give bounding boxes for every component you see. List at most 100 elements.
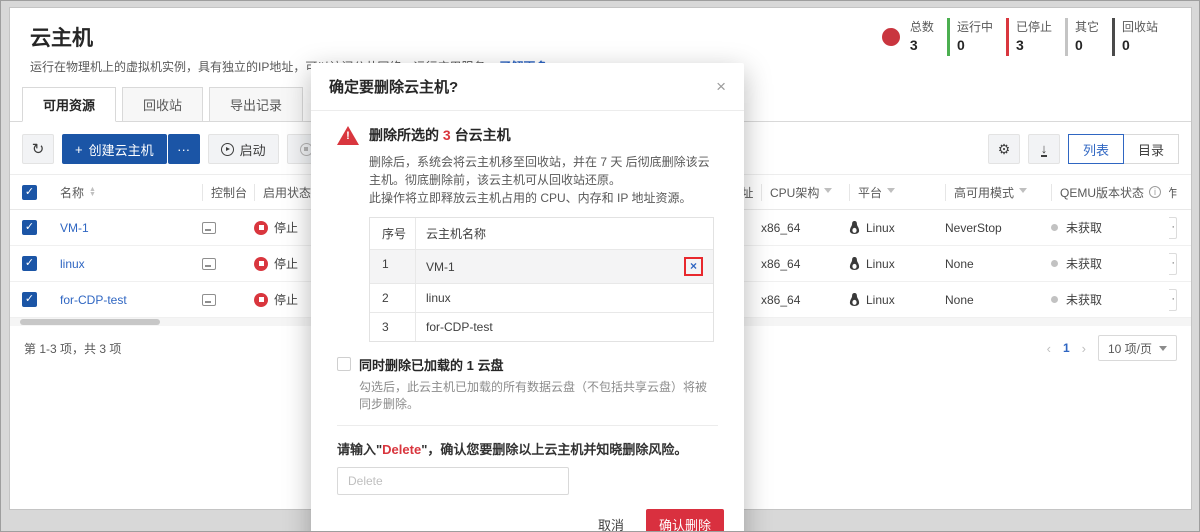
- row-index: 1: [370, 250, 416, 283]
- next-page-button[interactable]: ›: [1082, 341, 1086, 356]
- refresh-button[interactable]: ↻: [22, 134, 54, 164]
- tab-export-records[interactable]: 导出记录: [209, 87, 303, 122]
- view-catalog-button[interactable]: 目录: [1123, 134, 1179, 164]
- vm-name-link[interactable]: linux: [60, 257, 85, 271]
- stat-label: 回收站: [1122, 20, 1158, 36]
- delete-volumes-checkbox[interactable]: [337, 357, 351, 371]
- filter-icon[interactable]: [887, 188, 895, 197]
- page-number[interactable]: 1: [1063, 341, 1070, 355]
- filter-icon[interactable]: [824, 188, 832, 197]
- stat-label: 其它: [1075, 20, 1099, 36]
- confirm-input[interactable]: [337, 467, 569, 495]
- qemu-status-value: 未获取: [1066, 219, 1102, 236]
- selected-vm-table: 序号 云主机名称 1 VM-1 × 2 linux 3 for-CDP-test: [369, 217, 714, 342]
- scrollbar-thumb[interactable]: [20, 319, 160, 325]
- close-icon[interactable]: ×: [716, 78, 726, 95]
- stopped-status-icon: [254, 257, 268, 271]
- warning-icon: [337, 126, 359, 145]
- linux-icon: [849, 221, 860, 234]
- stat-value: 0: [957, 36, 993, 54]
- page-size-select[interactable]: 10 项/页: [1098, 335, 1177, 361]
- plus-icon: +: [75, 142, 83, 157]
- ha-mode-value: NeverStop: [945, 221, 1051, 235]
- qemu-status-value: 未获取: [1066, 255, 1102, 272]
- tab-available-resources[interactable]: 可用资源: [22, 87, 116, 122]
- stat-value: 3: [1016, 36, 1052, 54]
- divider: [337, 425, 718, 426]
- more-icon: ···: [177, 142, 190, 157]
- create-vm-label: 创建云主机: [89, 140, 154, 159]
- export-button[interactable]: ↓: [1028, 134, 1060, 164]
- unknown-status-icon: [1051, 224, 1058, 231]
- screenshot-frame: 云主机 运行在物理机上的虚拟机实例，具有独立的IP地址，可以访问公共网络，运行应…: [0, 0, 1200, 532]
- view-switcher: 列表 目录: [1068, 134, 1179, 164]
- modal-body: 删除所选的 3 台云主机 删除后，系统会将云主机移至回收站，并在 7 天 后彻底…: [311, 111, 744, 495]
- create-more-button[interactable]: ···: [168, 134, 200, 164]
- remove-vm-icon[interactable]: ×: [690, 259, 697, 273]
- platform-value: Linux: [866, 257, 895, 271]
- console-icon[interactable]: [202, 294, 216, 306]
- start-vm-button[interactable]: 启动: [208, 134, 279, 164]
- create-vm-button[interactable]: + 创建云主机: [62, 134, 167, 164]
- select-all-checkbox[interactable]: [22, 185, 37, 200]
- selected-vm-table-header: 序号 云主机名称: [370, 218, 713, 250]
- row-index: 3: [370, 313, 416, 341]
- stat-other: 其它 0: [1065, 18, 1112, 56]
- linux-icon: [849, 293, 860, 306]
- stat-stopped: 已停止 3: [1006, 18, 1065, 56]
- stat-running: 运行中 0: [947, 18, 1006, 56]
- prev-page-button[interactable]: ‹: [1047, 341, 1051, 356]
- confirm-keyword: Delete: [382, 442, 421, 457]
- platform-value: Linux: [866, 293, 895, 307]
- vm-name-link[interactable]: VM-1: [60, 221, 89, 235]
- selected-vm-row: 2 linux: [370, 284, 713, 313]
- stat-label: 已停止: [1016, 20, 1052, 36]
- col-qemu-status: QEMU版本状态: [1060, 184, 1144, 201]
- sort-icon[interactable]: ▲▼: [89, 187, 96, 197]
- unknown-status-icon: [1051, 296, 1058, 303]
- vm-name-link[interactable]: for-CDP-test: [60, 293, 127, 307]
- stat-recycle: 回收站 0: [1112, 18, 1171, 56]
- total-donut-icon: [882, 28, 900, 46]
- status-text: 停止: [274, 219, 298, 236]
- vm-name: for-CDP-test: [426, 320, 493, 334]
- tab-recycle-bin[interactable]: 回收站: [122, 87, 203, 122]
- row-checkbox[interactable]: [22, 256, 37, 271]
- start-label: 启动: [240, 140, 266, 159]
- info-icon[interactable]: [1149, 186, 1161, 198]
- filter-icon[interactable]: [1019, 188, 1027, 197]
- col-console: 控制台: [202, 184, 254, 201]
- col-actions: 操作: [1169, 184, 1191, 201]
- vm-name: linux: [426, 291, 451, 305]
- row-actions-button[interactable]: ···: [1169, 217, 1177, 239]
- status-text: 停止: [274, 255, 298, 272]
- console-icon[interactable]: [202, 258, 216, 270]
- row-checkbox[interactable]: [22, 220, 37, 235]
- cancel-button[interactable]: 取消: [598, 515, 624, 532]
- modal-title: 确定要删除云主机?: [329, 76, 458, 97]
- row-actions-button[interactable]: ···: [1169, 289, 1177, 311]
- cpu-arch-value: x86_64: [761, 221, 849, 235]
- console-icon[interactable]: [202, 222, 216, 234]
- stopped-status-icon: [254, 221, 268, 235]
- col-ha-mode: 高可用模式: [954, 184, 1014, 201]
- delete-confirm-modal: 确定要删除云主机? × 删除所选的 3 台云主机 删除后，系统会将云主机移至回收…: [311, 63, 744, 532]
- col-index: 序号: [370, 218, 416, 249]
- items-summary: 第 1-3 项，共 3 项: [24, 340, 121, 357]
- vm-name: VM-1: [426, 260, 455, 274]
- modal-description-2: 此操作将立即释放云主机占用的 CPU、内存和 IP 地址资源。: [369, 189, 718, 207]
- col-name[interactable]: 名称: [60, 184, 84, 201]
- row-checkbox[interactable]: [22, 292, 37, 307]
- cpu-arch-value: x86_64: [761, 293, 849, 307]
- vm-stats-bar: 总数 3 运行中 0 已停止 3 其它 0 回收站 0: [882, 18, 1171, 56]
- unknown-status-icon: [1051, 260, 1058, 267]
- linux-icon: [849, 257, 860, 270]
- modal-footer: 取消 确认删除: [311, 495, 744, 532]
- modal-description-1: 删除后，系统会将云主机移至回收站，并在 7 天 后彻底删除该云主机。彻底删除前，…: [369, 153, 718, 189]
- view-list-button[interactable]: 列表: [1068, 134, 1124, 164]
- settings-button[interactable]: ⚙: [988, 134, 1020, 164]
- stat-total: 总数 3: [910, 18, 947, 56]
- platform-value: Linux: [866, 221, 895, 235]
- confirm-delete-button[interactable]: 确认删除: [646, 509, 724, 532]
- row-actions-button[interactable]: ···: [1169, 253, 1177, 275]
